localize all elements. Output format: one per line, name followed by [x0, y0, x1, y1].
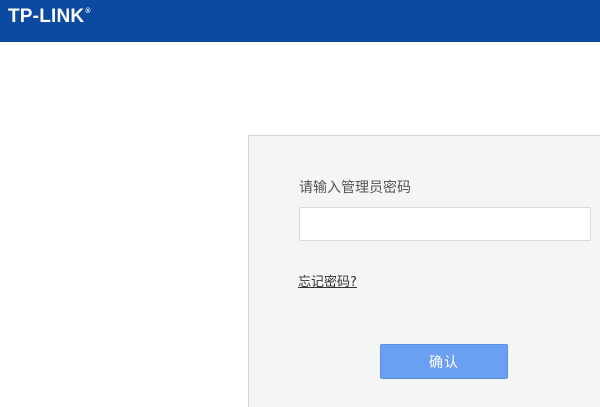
logo-text: TP-LINK — [8, 6, 85, 27]
tp-link-logo: TP-LINK® — [8, 6, 91, 28]
top-banner: TP-LINK® — [0, 0, 600, 42]
password-prompt-label: 请输入管理员密码 — [299, 180, 411, 196]
password-field[interactable] — [299, 207, 591, 241]
forgot-password-link[interactable]: 忘记密码? — [298, 271, 357, 290]
registered-mark: ® — [85, 8, 91, 15]
confirm-button[interactable]: 确认 — [380, 344, 508, 379]
login-panel: 请输入管理员密码 忘记密码? 确认 — [248, 135, 600, 407]
